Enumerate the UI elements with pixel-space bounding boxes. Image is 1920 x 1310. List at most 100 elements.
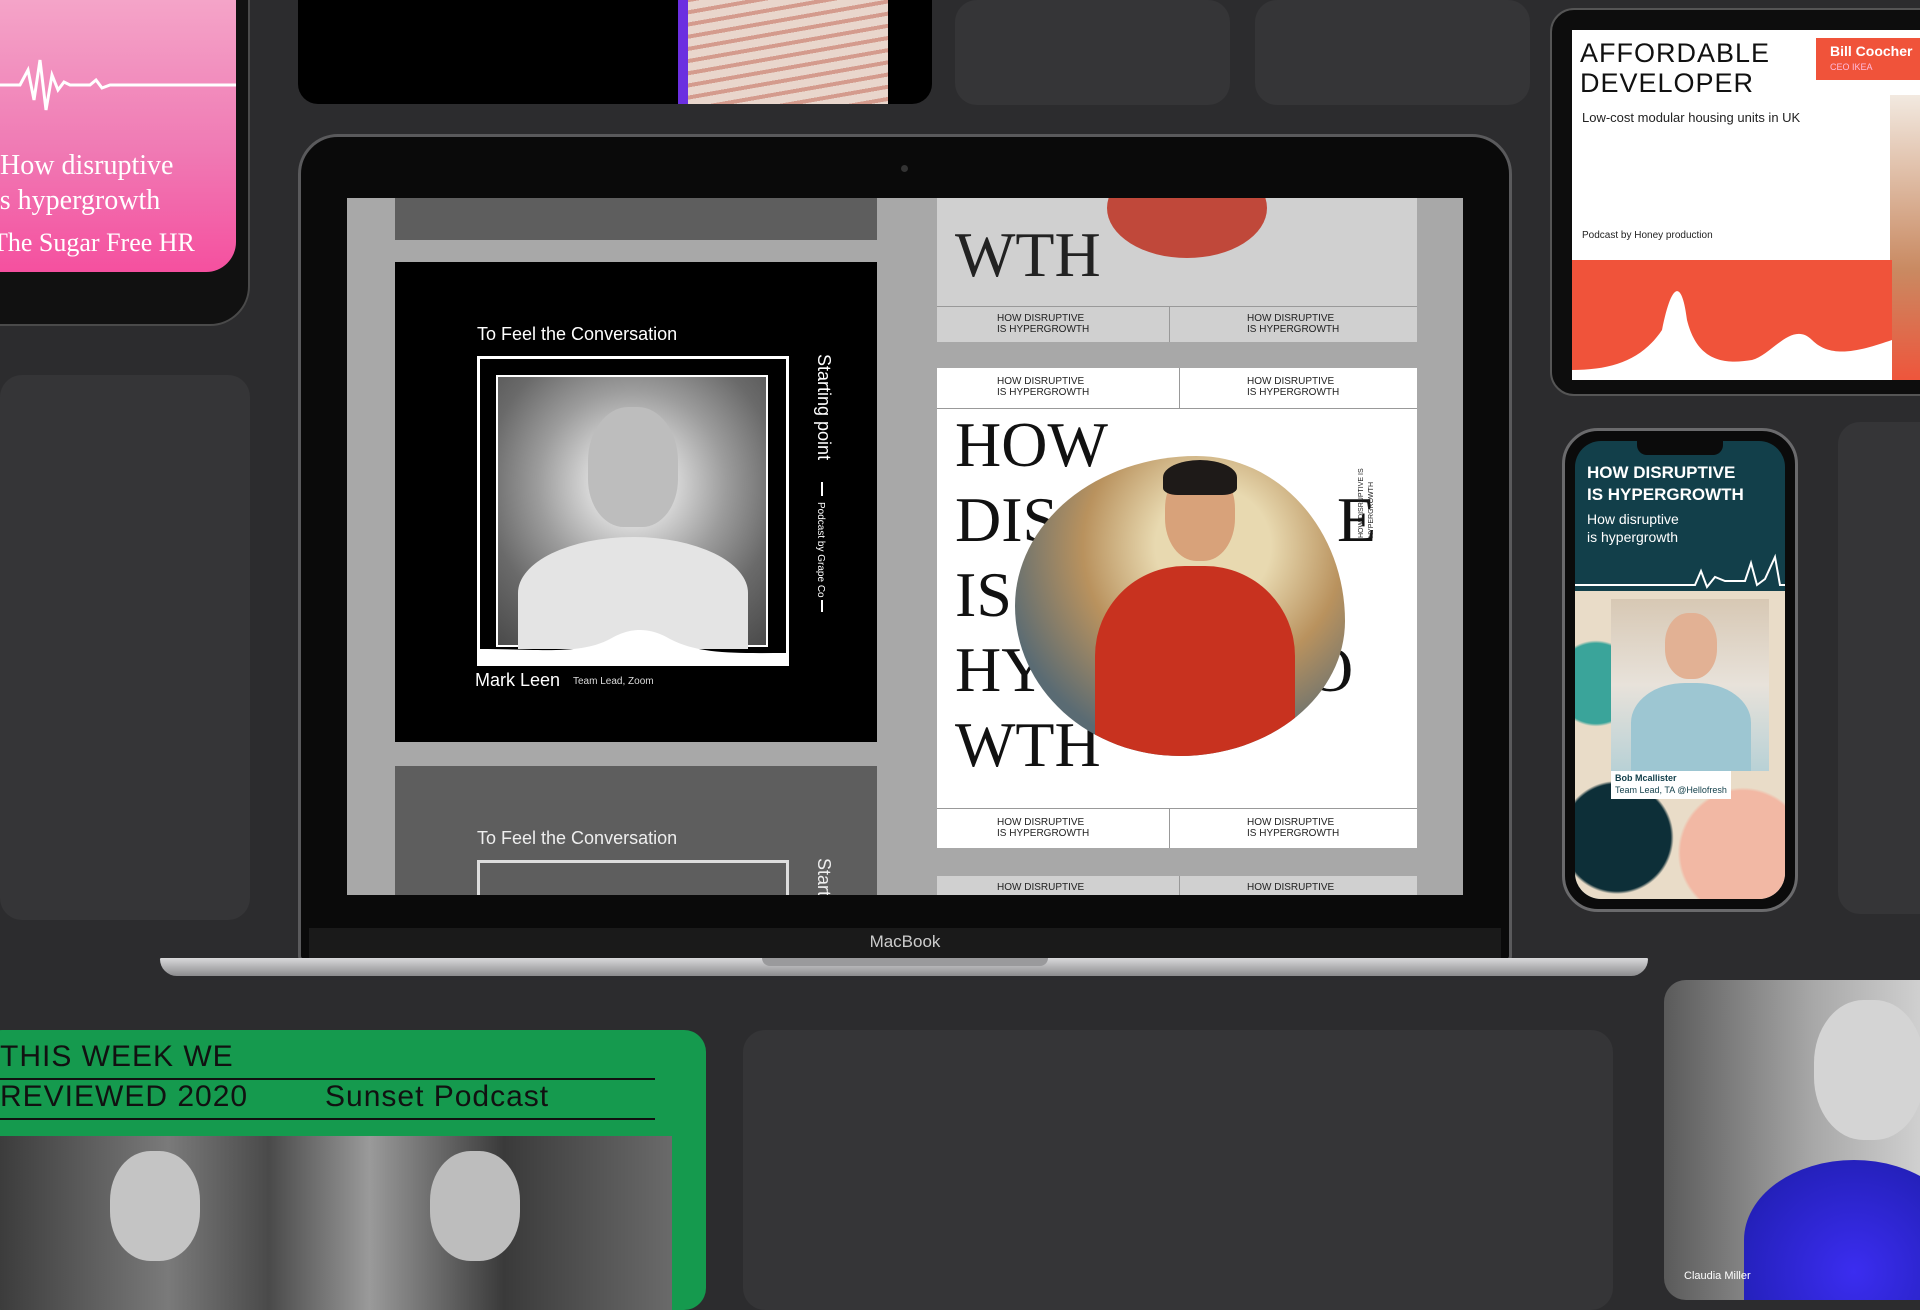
main-top-cell2-a: HOW DISRUPTIVE — [1247, 376, 1335, 387]
main-top-cell1-a: HOW DISRUPTIVE — [997, 376, 1085, 387]
main-vertical-text: HOW DISRUPTIVE IS HYPERGROWTH — [1358, 468, 1375, 538]
tablet-credit: Podcast by Honey production — [1582, 230, 1713, 241]
card1-face — [588, 407, 678, 527]
right-top-cells: HOW DISRUPTIVE IS HYPERGROWTH HOW DISRUP… — [937, 306, 1417, 342]
main-photo-sweater — [1095, 566, 1295, 756]
cell-divider — [1179, 368, 1180, 408]
pink-phone-line2: is hypergrowth — [0, 185, 161, 216]
green-card-rule2 — [0, 1118, 655, 1120]
bg-tile-right-mid — [1838, 422, 1920, 914]
tablet-wave-graphic — [1572, 260, 1892, 380]
pink-phone: How disruptive is hypergrowth The Sugar … — [0, 0, 250, 326]
laptop-brand: MacBook — [869, 932, 941, 951]
card1: To Feel the Conversation Starting point … — [395, 262, 877, 742]
pink-phone-line1: How disruptive — [0, 150, 174, 181]
card2-frame — [477, 860, 789, 895]
laptop-screen: To Feel the Conversation Starting point … — [347, 198, 1463, 895]
bg-tile-bottom-center — [743, 1030, 1613, 1310]
laptop-notch — [762, 958, 1048, 966]
card-top-partial — [395, 198, 877, 240]
right-phone: HOW DISRUPTIVE IS HYPERGROWTH How disrup… — [1562, 428, 1798, 912]
right-phone-title1: HOW DISRUPTIVE — [1587, 463, 1736, 482]
card1-side-divider2 — [821, 600, 823, 612]
main-big-line3: IS — [955, 559, 1012, 630]
right-phone-photo — [1611, 599, 1769, 771]
cell-divider — [1179, 876, 1180, 895]
right-phone-screen: HOW DISRUPTIVE IS HYPERGROWTH How disrup… — [1575, 441, 1785, 899]
right-top-partial: WTH — [955, 219, 1101, 290]
card1-side-divider — [821, 482, 823, 496]
main-top-cell2-b: IS HYPERGROWTH — [1247, 387, 1340, 398]
main-bottom-cell2-a: HOW DISRUPTIVE — [1247, 817, 1335, 828]
waveform-icon — [0, 59, 236, 111]
card2-heading: To Feel the Conversation — [477, 828, 678, 848]
green-card-line1: THIS WEEK WE — [0, 1040, 234, 1073]
tablet-badge-name: Bill Coocher — [1830, 43, 1913, 59]
right-phone-role: Team Lead, TA @Hellofresh — [1615, 785, 1727, 795]
top-device — [298, 0, 932, 104]
card1-wave-graphic — [480, 630, 786, 663]
main-big-line1: HOW — [955, 409, 1108, 480]
tablet-title-line2: DEVELOPER — [1580, 68, 1755, 98]
bottom-cell2: HOW DISRUPTIVE — [1247, 882, 1335, 893]
right-phone-name-tag: Bob Mcallister Team Lead, TA @Hellofresh — [1611, 771, 1731, 799]
card1-heading: To Feel the Conversation — [477, 324, 678, 344]
right-card-bottom: HOW DISRUPTIVE HOW DISRUPTIVE — [937, 876, 1417, 895]
right-card-top: WTH HOW DISRUPTIVE IS HYPERGROWTH HOW DI… — [937, 198, 1417, 342]
card1-name: Mark Leen — [475, 670, 561, 690]
bg-tile-left-mid — [0, 375, 250, 920]
tablet-badge: Bill Coocher CEO IKEA — [1816, 38, 1920, 80]
card2: To Feel the Conversation Start — [395, 766, 877, 895]
bg-tile-top-center2 — [1255, 0, 1530, 105]
tablet-subtitle: Low-cost modular housing units in UK — [1582, 110, 1801, 125]
right-phone-title2: IS HYPERGROWTH — [1587, 485, 1744, 504]
bottom-cell1: HOW DISRUPTIVE — [997, 882, 1085, 893]
tablet: AFFORDABLE DEVELOPER Low-cost modular ho… — [1550, 8, 1920, 396]
cell-divider — [1169, 307, 1170, 342]
card2-side-title: Start — [814, 858, 834, 895]
main-top-cells: HOW DISRUPTIVE IS HYPERGROWTH HOW DISRUP… — [937, 368, 1417, 409]
main-bottom-cell2-b: IS HYPERGROWTH — [1247, 828, 1340, 839]
bg-tile-top-center — [955, 0, 1230, 105]
bottom-right-blue — [1744, 1160, 1920, 1300]
right-phone-name: Bob Mcallister — [1615, 773, 1677, 783]
card1-role: Team Lead, Zoom — [573, 676, 654, 687]
right-top-cell1-b: IS HYPERGROWTH — [997, 324, 1090, 335]
bottom-right-name: Claudia Miller — [1684, 1270, 1751, 1282]
bottom-right-card: Claudia Miller — [1664, 980, 1920, 1300]
main-bottom-cell1-a: HOW DISRUPTIVE — [997, 817, 1085, 828]
cell-divider — [1169, 809, 1170, 848]
right-top-blob — [1107, 198, 1267, 258]
right-card-main: HOW DISRUPTIVE IS HYPERGROWTH HOW DISRUP… — [937, 368, 1417, 848]
main-bottom-cells: HOW DISRUPTIVE IS HYPERGROWTH HOW DISRUP… — [937, 808, 1417, 848]
green-card-podcast: Sunset Podcast — [325, 1080, 550, 1113]
right-phone-sub1: How disruptive — [1587, 511, 1679, 527]
laptop-camera — [901, 165, 908, 172]
right-phone-shirt — [1631, 683, 1751, 771]
card1-side-title: Starting point — [814, 354, 834, 461]
green-card: THIS WEEK WE REVIEWED 2020 Sunset Podcas… — [0, 1030, 706, 1310]
green-card-face2 — [430, 1151, 520, 1261]
green-card-photo — [0, 1136, 672, 1310]
tablet-title-line1: AFFORDABLE — [1580, 38, 1771, 68]
tablet-photo — [1890, 95, 1920, 380]
main-top-cell1-b: IS HYPERGROWTH — [997, 387, 1090, 398]
top-device-accent — [678, 0, 688, 104]
main-photo-blob — [1015, 456, 1345, 756]
tablet-screen: AFFORDABLE DEVELOPER Low-cost modular ho… — [1572, 30, 1920, 380]
main-photo-hair — [1163, 460, 1237, 495]
card1-side-credit: Podcast by Grape Co — [815, 502, 826, 598]
right-phone-notch — [1637, 441, 1723, 455]
bottom-right-face — [1814, 1000, 1920, 1140]
top-device-photo — [688, 0, 888, 104]
right-top-cell2-b: IS HYPERGROWTH — [1247, 324, 1340, 335]
right-phone-sub2: is hypergrowth — [1587, 529, 1679, 545]
right-top-cell1-a: HOW DISRUPTIVE — [997, 313, 1085, 324]
pink-phone-screen: How disruptive is hypergrowth The Sugar … — [0, 0, 236, 272]
card1-frame — [477, 356, 789, 666]
green-card-face1 — [110, 1151, 200, 1261]
tablet-badge-role: CEO IKEA — [1830, 62, 1873, 72]
card1-photo — [496, 375, 768, 649]
green-card-line2: REVIEWED 2020 — [0, 1080, 249, 1113]
pink-phone-line3: The Sugar Free HR — [0, 228, 195, 257]
